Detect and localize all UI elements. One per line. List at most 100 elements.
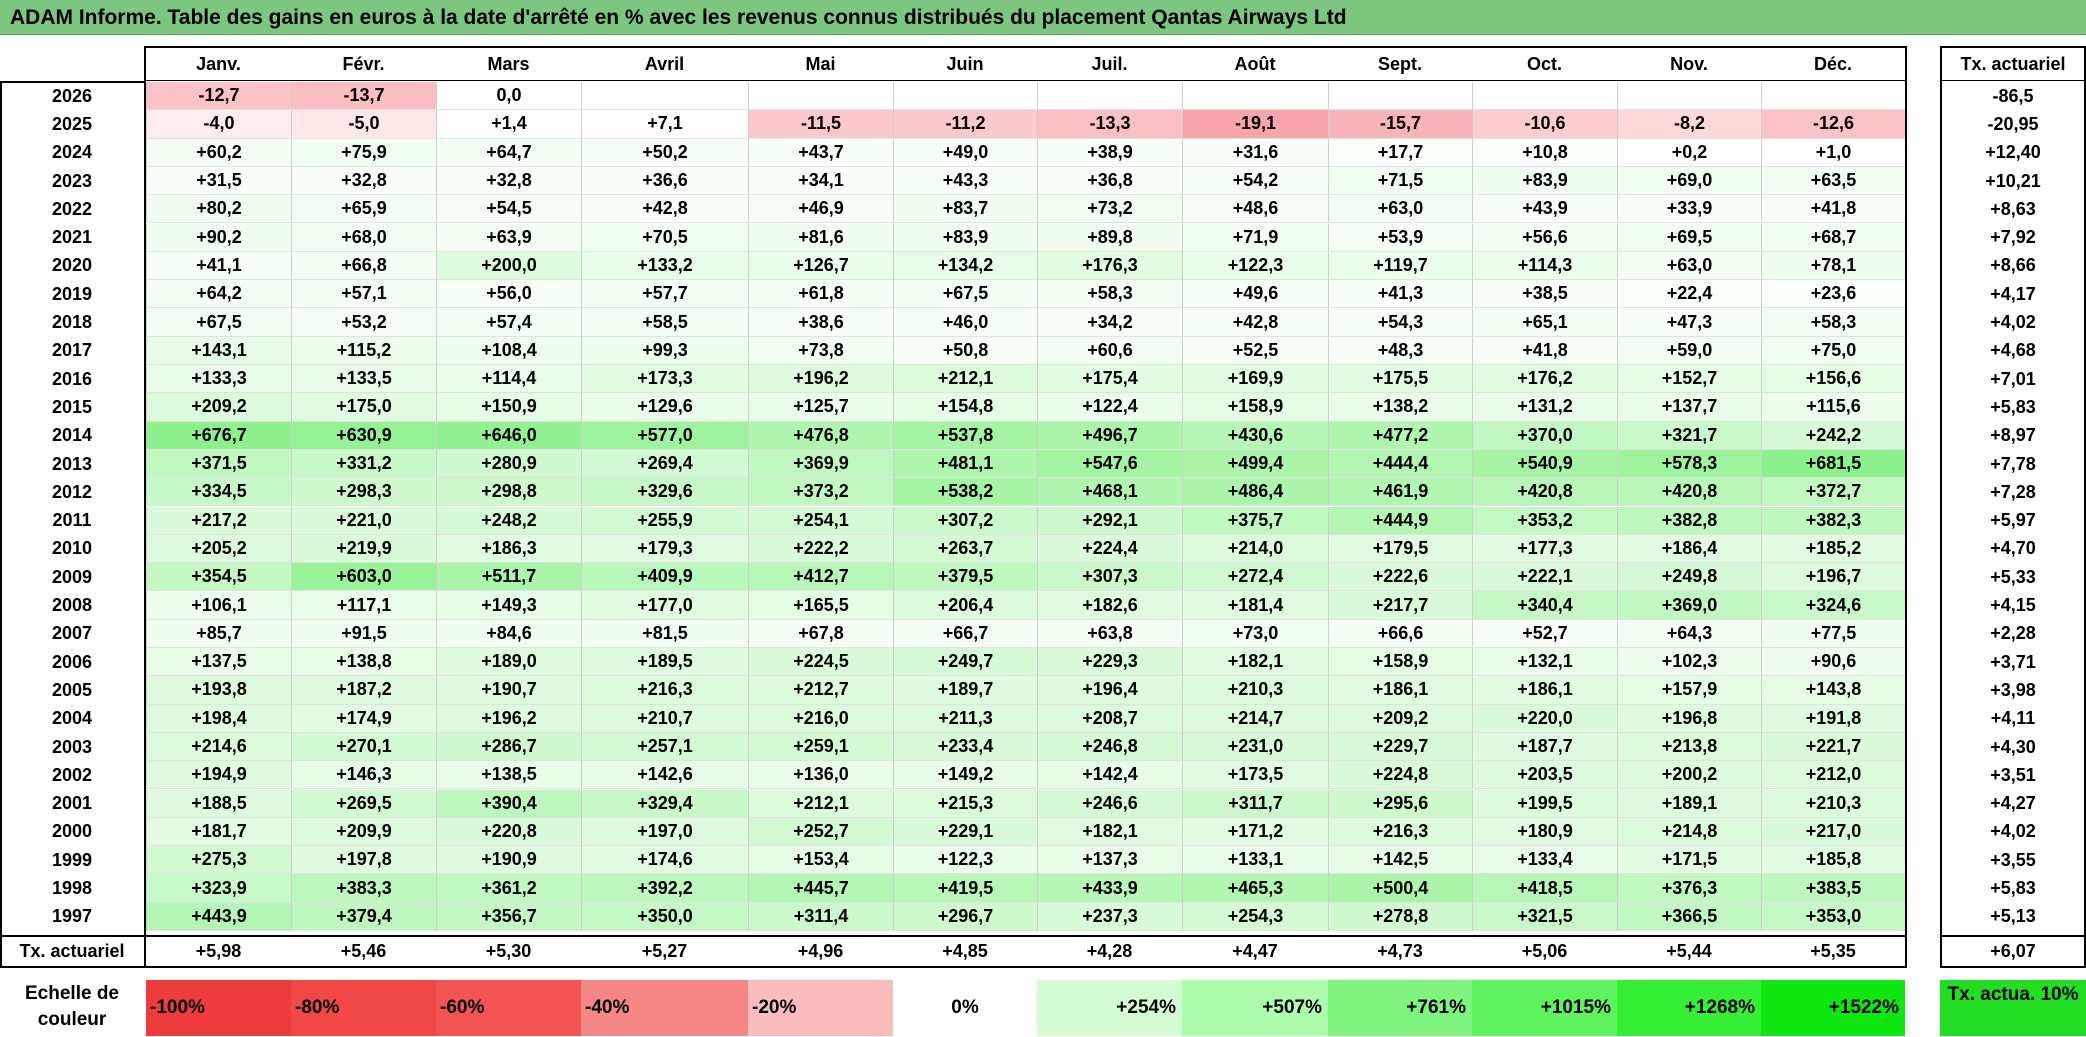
value-cell: +269,5 bbox=[291, 789, 436, 818]
value-cell: +36,8 bbox=[1037, 166, 1182, 196]
color-scale-actuarial: Tx. actua. 10% bbox=[1940, 980, 2086, 1036]
value-cell: +334,5 bbox=[146, 478, 291, 507]
value-cell: +42,8 bbox=[581, 195, 748, 224]
value-cell: +217,2 bbox=[146, 506, 291, 535]
value-cell: +133,5 bbox=[291, 365, 436, 394]
value-cell: +154,8 bbox=[893, 393, 1037, 422]
footer-total: +6,07 bbox=[1990, 941, 2036, 961]
value-cell: +80,2 bbox=[146, 195, 291, 224]
value-cell: +156,6 bbox=[1761, 365, 1905, 394]
actuarial-value: -86,5 bbox=[1992, 85, 2034, 106]
value-cell: +465,3 bbox=[1182, 874, 1328, 903]
value-cell: +36,6 bbox=[581, 166, 748, 196]
value-cell: +65,9 bbox=[291, 195, 436, 224]
footer-value: +4,85 bbox=[942, 941, 988, 961]
value-cell: +31,6 bbox=[1182, 138, 1328, 167]
value-cell: +146,3 bbox=[291, 761, 436, 790]
value-cell: +286,7 bbox=[436, 732, 581, 762]
value-cell: +68,7 bbox=[1761, 223, 1905, 252]
value-cell: +196,8 bbox=[1617, 704, 1761, 733]
actuarial-value: +3,55 bbox=[1990, 849, 2036, 870]
actuarial-value: +5,33 bbox=[1990, 566, 2036, 587]
year-label: 2000 bbox=[51, 821, 93, 842]
value-cell: +190,9 bbox=[436, 846, 581, 875]
value-cell: +71,9 bbox=[1182, 223, 1328, 252]
value-cell: +158,9 bbox=[1182, 393, 1328, 422]
value-cell: +41,8 bbox=[1761, 195, 1905, 224]
value-cell: +17,7 bbox=[1328, 138, 1472, 167]
value-cell: +214,7 bbox=[1182, 704, 1328, 733]
color-scale-step: -40% bbox=[581, 980, 748, 1036]
footer-value: +5,06 bbox=[1521, 941, 1568, 961]
year-label: 2018 bbox=[51, 312, 93, 333]
value-cell: +379,5 bbox=[893, 563, 1037, 592]
footer-value: +4,96 bbox=[797, 941, 844, 961]
actuarial-value: +5,97 bbox=[1990, 510, 2036, 531]
value-cell: +38,9 bbox=[1037, 138, 1182, 167]
value-cell: +200,2 bbox=[1617, 761, 1761, 790]
month-header: Nov. bbox=[1617, 48, 1761, 81]
color-scale-step: -60% bbox=[436, 980, 581, 1036]
actuarial-value: +4,15 bbox=[1990, 595, 2036, 616]
value-cell: +370,0 bbox=[1472, 421, 1617, 450]
value-cell: +66,7 bbox=[893, 619, 1037, 648]
value-cell: +221,7 bbox=[1761, 732, 1905, 762]
value-cell: +329,4 bbox=[581, 789, 748, 818]
value-cell: +115,6 bbox=[1761, 393, 1905, 422]
value-cell: +133,2 bbox=[581, 251, 748, 281]
color-scale-step: +1268% bbox=[1617, 980, 1761, 1036]
footer-value: +5,30 bbox=[485, 941, 532, 961]
value-cell: +165,5 bbox=[748, 591, 893, 620]
month-header: Avril bbox=[581, 48, 748, 81]
value-cell: +209,9 bbox=[291, 817, 436, 847]
value-cell: +430,6 bbox=[1182, 421, 1328, 450]
value-cell: +224,5 bbox=[748, 648, 893, 677]
value-cell: +52,7 bbox=[1472, 619, 1617, 648]
value-cell: +171,5 bbox=[1617, 846, 1761, 875]
year-label: 2002 bbox=[51, 764, 93, 785]
value-cell: +90,6 bbox=[1761, 648, 1905, 677]
month-header: Févr. bbox=[291, 48, 436, 81]
actuarial-value: +7,92 bbox=[1990, 227, 2036, 248]
value-cell: +58,3 bbox=[1761, 308, 1905, 337]
value-cell: +173,5 bbox=[1182, 761, 1328, 790]
year-label: 2026 bbox=[51, 85, 93, 106]
value-cell bbox=[893, 82, 1037, 111]
value-cell: +203,5 bbox=[1472, 761, 1617, 790]
value-cell: +179,5 bbox=[1328, 534, 1472, 564]
value-cell: +175,4 bbox=[1037, 365, 1182, 394]
value-cell: +353,0 bbox=[1761, 902, 1905, 931]
value-cell: +41,1 bbox=[146, 251, 291, 281]
value-cell: +329,6 bbox=[581, 478, 748, 507]
value-cell bbox=[1037, 82, 1182, 111]
value-cell: +444,4 bbox=[1328, 449, 1472, 479]
value-cell: +48,3 bbox=[1328, 336, 1472, 365]
value-cell: +180,9 bbox=[1472, 817, 1617, 847]
value-cell: +222,1 bbox=[1472, 563, 1617, 592]
month-header: Janv. bbox=[146, 48, 291, 81]
value-cell: +182,1 bbox=[1037, 817, 1182, 847]
value-cell: +252,7 bbox=[748, 817, 893, 847]
value-cell: +143,1 bbox=[146, 336, 291, 365]
value-cell: +64,2 bbox=[146, 280, 291, 309]
value-cell: +212,1 bbox=[893, 365, 1037, 394]
value-cell: +481,1 bbox=[893, 449, 1037, 479]
value-cell: +31,5 bbox=[146, 166, 291, 196]
actuarial-header: Tx. actuariel bbox=[1940, 48, 2086, 81]
color-scale-step: +1522% bbox=[1761, 980, 1905, 1036]
value-cell: +70,5 bbox=[581, 223, 748, 252]
year-label: 2016 bbox=[51, 368, 93, 389]
value-cell: +152,7 bbox=[1617, 365, 1761, 394]
value-cell: +176,3 bbox=[1037, 251, 1182, 281]
year-label: 2017 bbox=[51, 340, 93, 361]
value-cell: -13,3 bbox=[1037, 110, 1182, 139]
actuarial-value: +5,13 bbox=[1990, 906, 2036, 927]
footer-value: +5,46 bbox=[340, 941, 387, 961]
value-cell: +175,5 bbox=[1328, 365, 1472, 394]
footer-value: +5,98 bbox=[195, 941, 242, 961]
value-cell: +142,6 bbox=[581, 761, 748, 790]
value-cell: +176,2 bbox=[1472, 365, 1617, 394]
footer-label: Tx. actuariel bbox=[19, 941, 125, 961]
value-cell: +216,3 bbox=[1328, 817, 1472, 847]
value-cell: +212,1 bbox=[748, 789, 893, 818]
